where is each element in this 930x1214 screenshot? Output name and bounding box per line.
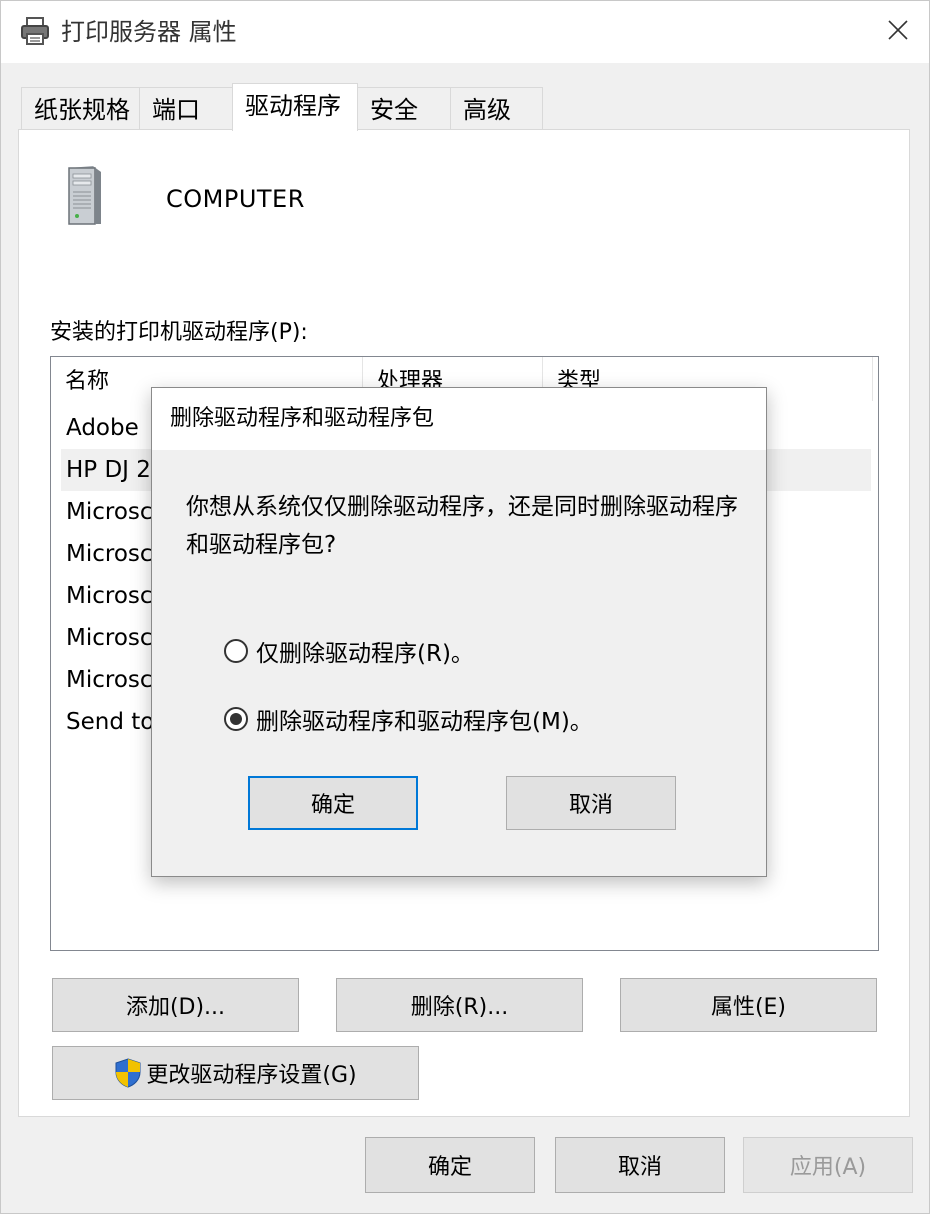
close-icon <box>887 19 909 45</box>
dialog-ok-button[interactable]: 确定 <box>248 776 418 830</box>
radio-remove-driver-only-label: 仅删除驱动程序(R)。 <box>256 641 474 667</box>
dialog-message: 你想从系统仅仅删除驱动程序，还是同时删除驱动程序和驱动程序包? <box>186 494 738 558</box>
dialog-title: 删除驱动程序和驱动程序包 <box>152 388 766 450</box>
radio-unchecked-icon <box>224 639 248 663</box>
print-server-properties-window: 打印服务器 属性 纸张规格 端口 驱动程序 安全 高级 COMPUTER 安装的… <box>0 0 930 1214</box>
window-title: 打印服务器 属性 <box>61 18 237 46</box>
radio-dot <box>230 713 242 725</box>
tab-security[interactable]: 安全 <box>357 87 451 131</box>
remove-driver-dialog: 删除驱动程序和驱动程序包 你想从系统仅仅删除驱动程序，还是同时删除驱动程序和驱动… <box>151 387 767 877</box>
driver-properties-button[interactable]: 属性(E) <box>620 978 877 1032</box>
title-bar: 打印服务器 属性 <box>1 1 929 63</box>
tab-ports[interactable]: 端口 <box>139 87 233 131</box>
tab-drivers[interactable]: 驱动程序 <box>232 83 358 131</box>
radio-checked-icon <box>224 707 248 731</box>
dialog-cancel-button[interactable]: 取消 <box>506 776 676 830</box>
uac-shield-icon <box>114 1058 142 1088</box>
radio-remove-driver-and-package[interactable]: 删除驱动程序和驱动程序包(M)。 <box>224 702 593 736</box>
tab-paper-sizes[interactable]: 纸张规格 <box>21 87 140 131</box>
server-icon <box>63 164 105 226</box>
apply-button[interactable]: 应用(A) <box>743 1137 913 1193</box>
cancel-button[interactable]: 取消 <box>555 1137 725 1193</box>
add-driver-button[interactable]: 添加(D)... <box>52 978 299 1032</box>
tab-strip: 纸张规格 端口 驱动程序 安全 高级 <box>21 83 543 131</box>
remove-driver-button[interactable]: 删除(R)... <box>336 978 583 1032</box>
tab-advanced[interactable]: 高级 <box>450 87 543 131</box>
server-name: COMPUTER <box>166 185 305 213</box>
printer-icon <box>19 15 51 47</box>
radio-remove-driver-only[interactable]: 仅删除驱动程序(R)。 <box>224 634 474 668</box>
installed-drivers-label: 安装的打印机驱动程序(P): <box>50 320 308 345</box>
ok-button[interactable]: 确定 <box>365 1137 535 1193</box>
radio-remove-driver-and-package-label: 删除驱动程序和驱动程序包(M)。 <box>256 709 593 735</box>
change-driver-settings-label: 更改驱动程序设置(G) <box>146 1063 357 1088</box>
change-driver-settings-button[interactable]: 更改驱动程序设置(G) <box>52 1046 419 1100</box>
close-button[interactable] <box>879 13 917 51</box>
